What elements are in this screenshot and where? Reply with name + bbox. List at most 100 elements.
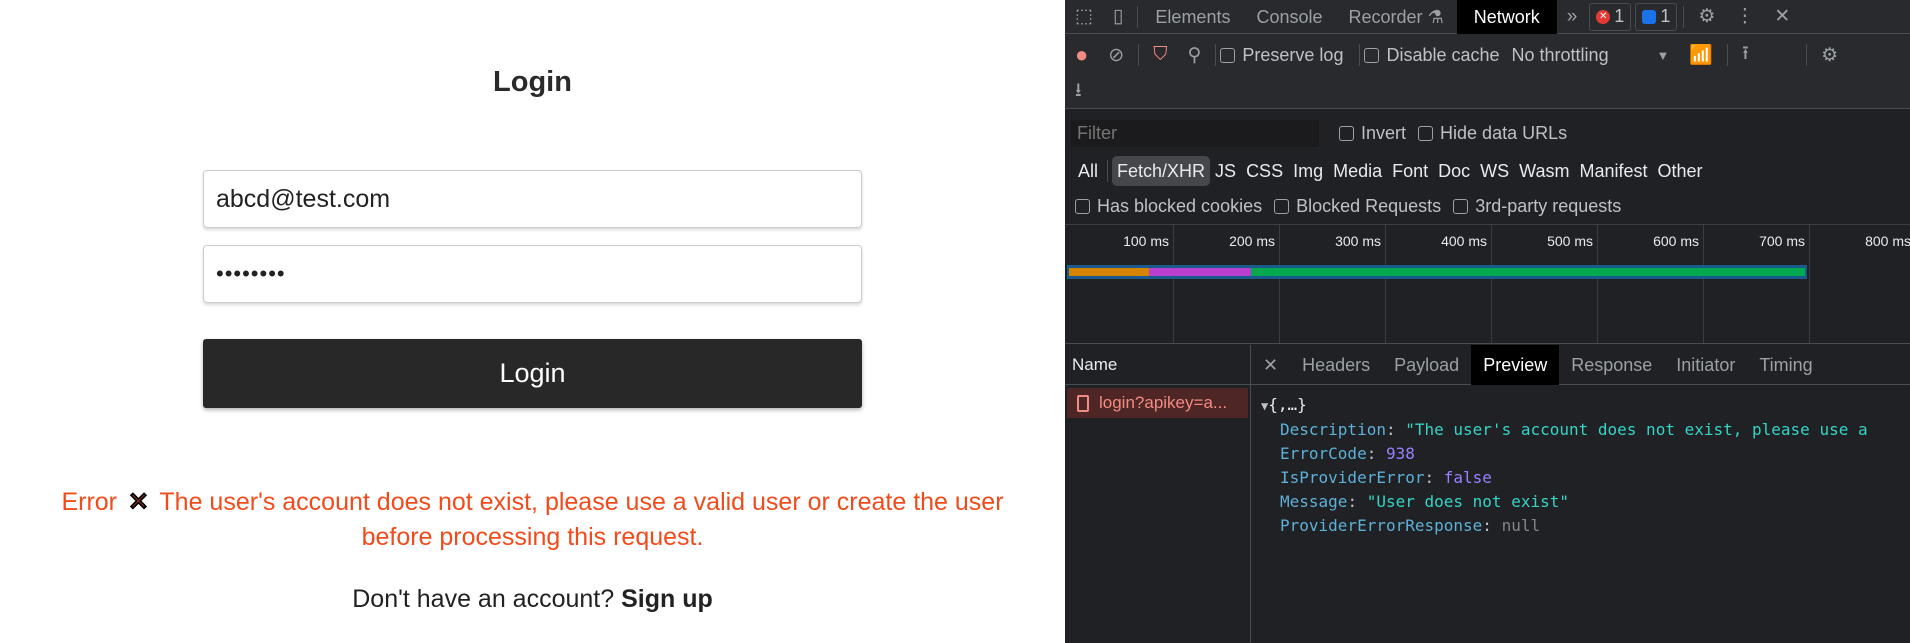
json-field[interactable]: ErrorCode: 938: [1261, 442, 1900, 466]
extra-filter-checkbox[interactable]: Has blocked cookies: [1075, 196, 1262, 217]
inspect-element-icon[interactable]: ⬚: [1065, 5, 1103, 28]
error-count: 1: [1614, 6, 1625, 26]
chevron-down-icon[interactable]: ▼: [1647, 48, 1680, 63]
import-har-icon[interactable]: ⭱: [1732, 39, 1802, 71]
extra-filters: Has blocked cookies Blocked Requests 3rd-p…: [1065, 193, 1910, 219]
signup-link[interactable]: Sign up: [621, 585, 713, 613]
record-icon[interactable]: ●: [1065, 42, 1098, 68]
tab-recorder[interactable]: Recorder ⚗: [1336, 0, 1457, 34]
timeline-tick: 500 ms: [1547, 233, 1593, 249]
password-field[interactable]: [203, 245, 862, 303]
type-filter-fetch-xhr[interactable]: Fetch/XHR: [1112, 156, 1211, 186]
tab-network[interactable]: Network: [1456, 0, 1557, 34]
email-field[interactable]: [203, 170, 862, 228]
filter-icon[interactable]: ⛉: [1143, 44, 1177, 66]
invert-label: Invert: [1361, 122, 1407, 143]
divider: [1138, 44, 1140, 66]
detail-tab-timing[interactable]: Timing: [1747, 345, 1824, 385]
json-colon: :: [1482, 516, 1502, 535]
network-conditions-icon[interactable]: 📶: [1679, 43, 1723, 67]
divider: [1215, 44, 1217, 66]
device-toolbar-icon[interactable]: ▯: [1103, 5, 1133, 28]
close-icon[interactable]: ✕: [1764, 5, 1800, 28]
json-key: IsProviderError: [1280, 468, 1425, 487]
request-name: login?apikey=a...: [1099, 393, 1228, 412]
type-filter-js[interactable]: JS: [1210, 156, 1241, 186]
detail-tab-preview[interactable]: Preview: [1471, 344, 1560, 385]
json-key: ErrorCode: [1280, 444, 1367, 463]
checkbox[interactable]: [1453, 198, 1469, 214]
timeline-gridline: [1703, 225, 1704, 343]
detail-tab-headers[interactable]: Headers: [1290, 345, 1382, 385]
throttling-select[interactable]: No throttling: [1512, 45, 1647, 66]
network-toolbar: ● ⊘ ⛉ ⚲ Preserve log Disable cache No th…: [1065, 34, 1910, 76]
checkbox[interactable]: [1339, 125, 1354, 141]
checkbox[interactable]: [1274, 198, 1290, 214]
name-column-header[interactable]: Name: [1065, 345, 1250, 385]
detail-tab-payload[interactable]: Payload: [1382, 345, 1471, 385]
json-root-label: {,…}: [1268, 395, 1307, 414]
type-filter-img[interactable]: Img: [1288, 156, 1328, 186]
request-detail: ✕ Headers Payload Preview Response Initiator…: [1251, 344, 1910, 643]
checkbox[interactable]: [1075, 198, 1090, 214]
close-detail-icon[interactable]: ✕: [1251, 345, 1290, 385]
error-icon: ✕: [1596, 9, 1611, 24]
type-filter-wasm[interactable]: Wasm: [1514, 156, 1574, 186]
timeline-gridline: [1809, 225, 1810, 343]
extra-filter-checkbox[interactable]: 3rd-party requests: [1453, 196, 1621, 217]
json-colon: :: [1366, 444, 1386, 463]
preserve-log-label: Preserve log: [1242, 44, 1344, 65]
json-root[interactable]: ▼{,…}: [1261, 393, 1900, 418]
invert-checkbox[interactable]: Invert: [1339, 123, 1406, 144]
error-text: The user's account does not exist, pleas…: [159, 488, 1004, 551]
type-filter-font[interactable]: Font: [1387, 156, 1433, 186]
json-field[interactable]: Description: "The user's account does no…: [1261, 418, 1900, 442]
type-filter-all[interactable]: All: [1073, 156, 1103, 186]
hide-data-urls-checkbox[interactable]: Hide data URLs: [1418, 123, 1567, 144]
message-count: 1: [1660, 6, 1671, 26]
waterfall-segment-download: [1251, 268, 1805, 276]
extra-filter-checkbox[interactable]: Blocked Requests: [1274, 196, 1441, 217]
checkbox[interactable]: [1220, 47, 1236, 63]
error-badge[interactable]: ✕ 1: [1589, 2, 1632, 31]
network-overview-timeline[interactable]: 100 ms 200 ms 300 ms 400 ms 500 ms 600 ms 700 …: [1065, 224, 1910, 344]
timeline-tick: 800 ms: [1865, 233, 1910, 249]
type-filter-ws[interactable]: WS: [1475, 156, 1514, 186]
type-filter-css[interactable]: CSS: [1241, 156, 1288, 186]
detail-tab-initiator[interactable]: Initiator: [1664, 345, 1747, 385]
more-tabs-icon[interactable]: »: [1557, 6, 1588, 28]
detail-tab-response[interactable]: Response: [1559, 345, 1664, 385]
message-badge[interactable]: 1: [1635, 2, 1678, 31]
network-settings-icon[interactable]: ⚙: [1811, 44, 1848, 67]
signup-prompt: Don't have an account? Sign up: [0, 585, 1065, 614]
error-message: Error ✕ The user's account does not exis…: [30, 485, 1035, 555]
waterfall-segment-waiting: [1148, 268, 1252, 276]
json-field[interactable]: IsProviderError: false: [1261, 466, 1900, 490]
export-har-icon[interactable]: ⭳: [1065, 76, 1092, 108]
disable-cache-checkbox[interactable]: Disable cache: [1364, 45, 1500, 66]
preserve-log-checkbox[interactable]: Preserve log: [1220, 45, 1343, 66]
extra-filter-label: Has blocked cookies: [1097, 195, 1263, 216]
resource-type-filters: All Fetch/XHR JS CSS Img Media Font Doc WS Wasm Ma…: [1065, 155, 1910, 187]
tab-elements[interactable]: Elements: [1142, 0, 1243, 34]
checkbox[interactable]: [1364, 47, 1380, 63]
type-filter-other[interactable]: Other: [1653, 156, 1708, 186]
settings-gear-icon[interactable]: ⚙: [1688, 5, 1725, 28]
filter-input[interactable]: [1071, 119, 1319, 147]
tab-console[interactable]: Console: [1243, 0, 1335, 34]
timeline-tick: 600 ms: [1653, 233, 1699, 249]
request-waterfall-bar[interactable]: [1067, 265, 1807, 279]
timeline-gridline: [1173, 225, 1174, 343]
request-row[interactable]: login?apikey=a...: [1067, 388, 1248, 418]
clear-icon[interactable]: ⊘: [1098, 44, 1134, 67]
type-filter-manifest[interactable]: Manifest: [1575, 156, 1653, 186]
more-options-icon[interactable]: ⋮: [1725, 5, 1764, 28]
search-icon[interactable]: ⚲: [1177, 44, 1211, 67]
type-filter-doc[interactable]: Doc: [1433, 156, 1475, 186]
json-key: ProviderErrorResponse: [1280, 516, 1483, 535]
json-field[interactable]: Message: "User does not exist": [1261, 490, 1900, 514]
checkbox[interactable]: [1418, 125, 1434, 141]
type-filter-media[interactable]: Media: [1328, 156, 1387, 186]
json-field[interactable]: ProviderErrorResponse: null: [1261, 514, 1900, 538]
login-button[interactable]: Login: [203, 339, 862, 408]
